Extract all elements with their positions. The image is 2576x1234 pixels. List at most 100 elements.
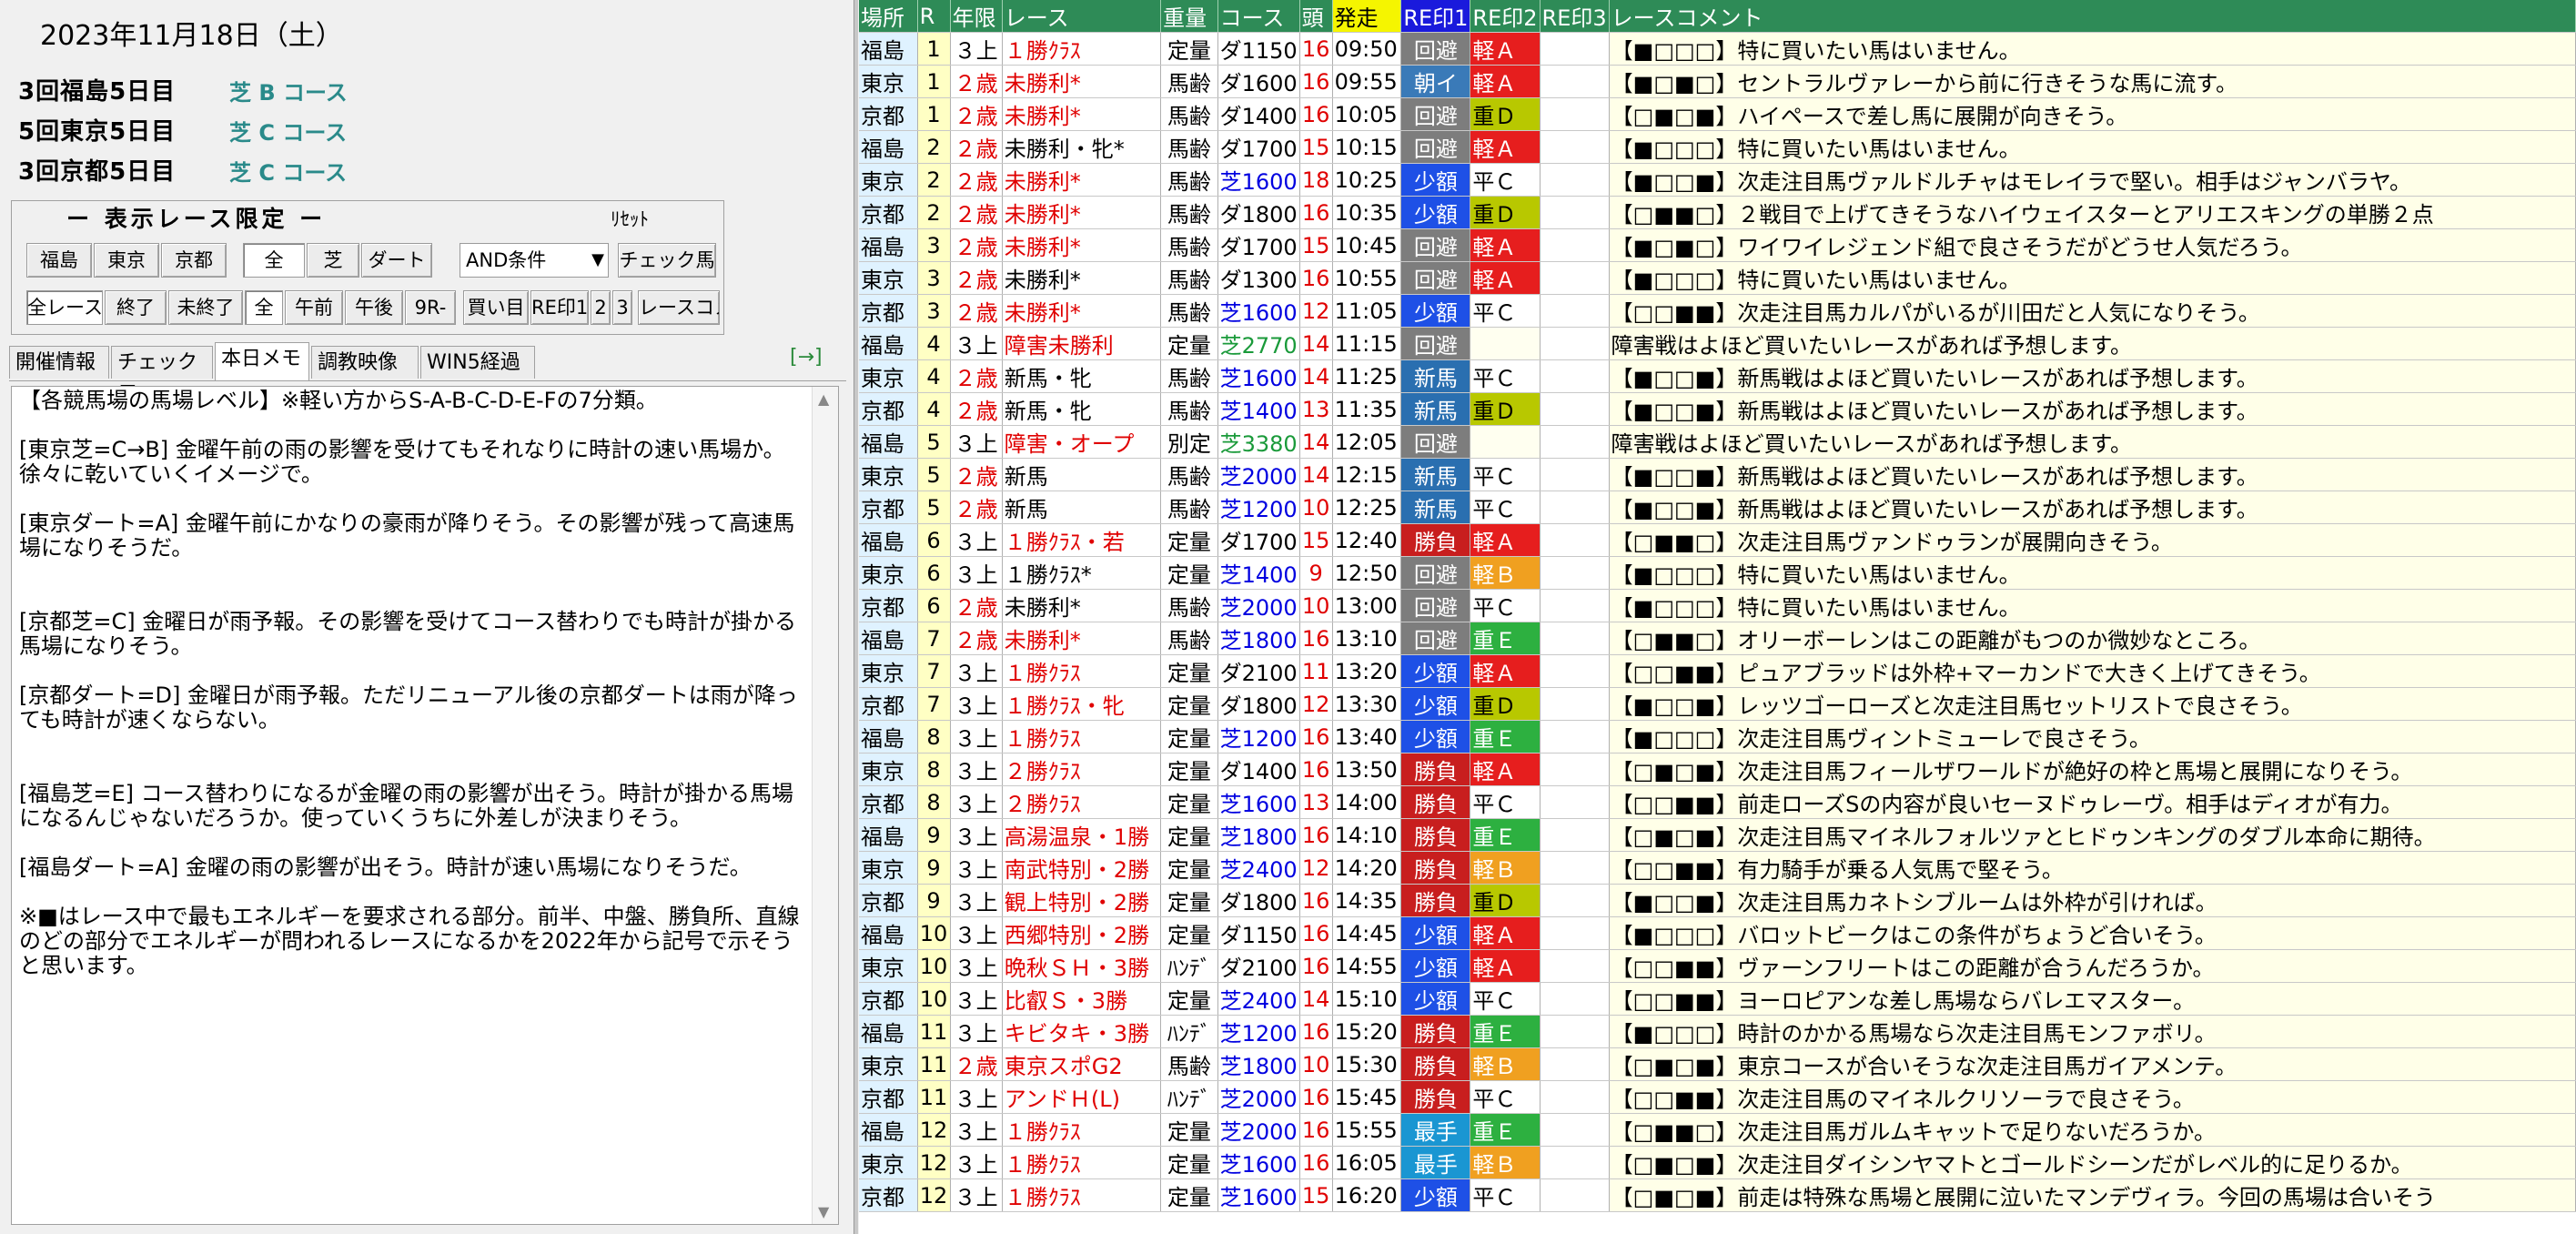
cell-re3[interactable] [1540, 359, 1610, 393]
cell-weight[interactable]: 馬齢 [1160, 1047, 1218, 1081]
cell-re2[interactable]: 軽Ａ [1470, 654, 1541, 688]
cell-re1[interactable]: 勝負 [1400, 753, 1471, 786]
cell-age[interactable]: ３上 [950, 818, 1003, 852]
cell-course[interactable]: 芝1600 [1217, 359, 1300, 393]
cell-age[interactable]: ３上 [950, 523, 1003, 557]
filter-all-races-button[interactable]: 全レース [26, 290, 103, 325]
cell-race-number[interactable]: 5 [917, 425, 951, 459]
cell-weight[interactable]: 定量 [1160, 523, 1218, 557]
table-row[interactable]: 福島 8 ３上 １勝ｸﾗｽ 定量 芝1200 16 13:40 少額 重Ｅ 【■□□□】次走注目馬ヴ… [859, 720, 2576, 754]
cell-heads[interactable]: 16 [1299, 622, 1333, 655]
filter-tokyo-button[interactable]: 東京 [94, 243, 159, 278]
cell-age[interactable]: ３上 [950, 556, 1003, 590]
cell-race-name[interactable]: 比叡Ｓ・3勝 [1002, 982, 1162, 1016]
cell-re2[interactable]: 軽Ａ [1470, 228, 1541, 262]
cell-re3[interactable] [1540, 130, 1610, 164]
cell-weight[interactable]: 定量 [1160, 851, 1218, 885]
cell-re3[interactable] [1540, 65, 1610, 98]
cell-re1[interactable]: 少額 [1400, 687, 1471, 721]
cell-course[interactable]: ダ1400 [1217, 753, 1300, 786]
cell-re2[interactable] [1470, 327, 1541, 360]
cell-heads[interactable]: 16 [1299, 97, 1333, 131]
cell-age[interactable]: ２歳 [950, 458, 1003, 491]
cell-re2[interactable]: 軽Ａ [1470, 916, 1541, 950]
cell-venue[interactable]: 京都 [859, 97, 918, 131]
cell-venue[interactable]: 福島 [859, 523, 918, 557]
table-row[interactable]: 京都 9 ３上 観上特別・2勝 定量 ダ1800 16 14:35 勝負 重Ｄ 【■□□■】次走注目… [859, 884, 2576, 917]
cell-course[interactable]: 芝2400 [1217, 982, 1300, 1016]
header-re1[interactable]: RE印1 [1400, 0, 1471, 33]
cell-heads[interactable]: 14 [1299, 327, 1333, 360]
cell-race-name[interactable]: 西郷特別・2勝 [1002, 916, 1162, 950]
cell-venue[interactable]: 福島 [859, 327, 918, 360]
cell-comment[interactable]: 【■□□□】特に買いたい馬はいません。 [1609, 556, 2576, 590]
cell-course[interactable]: 芝1800 [1217, 622, 1300, 655]
cell-start-time[interactable]: 13:10 [1332, 622, 1402, 655]
filter-re3-button[interactable]: 3 [612, 290, 632, 325]
cell-venue[interactable]: 京都 [859, 589, 918, 622]
cell-re1[interactable]: 回避 [1400, 228, 1471, 262]
cell-heads[interactable]: 16 [1299, 753, 1333, 786]
cell-heads[interactable]: 16 [1299, 32, 1333, 66]
cell-start-time[interactable]: 15:45 [1332, 1080, 1402, 1114]
cell-race-number[interactable]: 9 [917, 818, 951, 852]
cell-course[interactable]: 芝1600 [1217, 163, 1300, 197]
table-row[interactable]: 福島 10 ３上 西郷特別・2勝 定量 ダ1150 16 14:45 少額 軽Ａ 【■□□□】バロッ… [859, 916, 2576, 950]
filter-dirt-button[interactable]: ダート [361, 243, 432, 278]
cell-re1[interactable]: 勝負 [1400, 523, 1471, 557]
cell-start-time[interactable]: 15:30 [1332, 1047, 1402, 1081]
cell-age[interactable]: ３上 [950, 687, 1003, 721]
cell-race-name[interactable]: １勝ｸﾗｽ [1002, 1146, 1162, 1179]
cell-weight[interactable]: 定量 [1160, 720, 1218, 754]
cell-re3[interactable] [1540, 1047, 1610, 1081]
cell-re2[interactable]: 平Ｃ [1470, 458, 1541, 491]
cell-re3[interactable] [1540, 622, 1610, 655]
table-row[interactable]: 福島 5 ３上 障害・オープ 別定 芝3380 14 12:05 回避 障害戦はよほど買いたいレー… [859, 425, 2576, 459]
cell-race-name[interactable]: １勝ｸﾗｽ [1002, 720, 1162, 754]
cell-start-time[interactable]: 10:45 [1332, 228, 1402, 262]
cell-start-time[interactable]: 14:55 [1332, 949, 1402, 983]
cell-comment[interactable]: 【□■□■】次走注目馬マイネルフォルツァとヒドゥンキングのダブル本命に期待。 [1609, 818, 2576, 852]
cell-age[interactable]: ３上 [950, 654, 1003, 688]
cell-venue[interactable]: 京都 [859, 392, 918, 426]
cell-venue[interactable]: 東京 [859, 851, 918, 885]
cell-comment[interactable]: 【■□□□】次走注目馬ヴィントミューレで良さそう。 [1609, 720, 2576, 754]
table-row[interactable]: 京都 2 ２歳 未勝利* 馬齢 ダ1800 16 10:35 少額 重Ｄ 【□■■□】２戦目で上げて… [859, 196, 2576, 229]
cell-race-number[interactable]: 9 [917, 884, 951, 917]
table-row[interactable]: 東京 10 ３上 晩秋ＳＨ・3勝 ﾊﾝﾃﾞ ダ2100 16 14:55 少額 軽Ａ 【□□■■】ヴ… [859, 949, 2576, 983]
table-row[interactable]: 福島 9 ３上 高湯温泉・1勝 定量 芝1800 16 14:10 勝負 重Ｅ 【□■□■】次走注目… [859, 818, 2576, 852]
cell-venue[interactable]: 東京 [859, 261, 918, 295]
scroll-down-icon[interactable]: ▼ [818, 1203, 829, 1220]
cell-course[interactable]: 芝1400 [1217, 556, 1300, 590]
cell-re2[interactable]: 軽Ｂ [1470, 1047, 1541, 1081]
cell-heads[interactable]: 15 [1299, 523, 1333, 557]
cell-age[interactable]: ２歳 [950, 589, 1003, 622]
cell-comment[interactable]: 【□□■■】ヨーロピアンな差し馬場ならバレエマスター。 [1609, 982, 2576, 1016]
cell-race-number[interactable]: 10 [917, 916, 951, 950]
cell-race-name[interactable]: 障害未勝利 [1002, 327, 1162, 360]
header-comment[interactable]: レースコメント [1609, 0, 2576, 33]
today-memo-textarea[interactable]: 【各競馬場の馬場レベル】※軽い方からS-A-B-C-D-E-Fの7分類。 [東京… [11, 386, 839, 1225]
cell-start-time[interactable]: 12:40 [1332, 523, 1402, 557]
table-row[interactable]: 福島 7 ２歳 未勝利* 馬齢 芝1800 16 13:10 回避 重Ｅ 【□■■□】オリーボーレン… [859, 622, 2576, 655]
table-row[interactable]: 京都 3 ２歳 未勝利* 馬齢 芝1600 12 11:05 少額 平Ｃ 【□□■■】次走注目馬カル… [859, 294, 2576, 328]
cell-age[interactable]: ３上 [950, 916, 1003, 950]
cell-re2[interactable]: 軽Ａ [1470, 261, 1541, 295]
cell-start-time[interactable]: 13:50 [1332, 753, 1402, 786]
table-row[interactable]: 福島 11 ３上 キビタキ・3勝 ﾊﾝﾃﾞ 芝1200 16 15:20 勝負 重Ｅ 【■□□□】時… [859, 1015, 2576, 1048]
filter-fukushima-button[interactable]: 福島 [26, 243, 92, 278]
cell-weight[interactable]: 馬齢 [1160, 65, 1218, 98]
cell-re3[interactable] [1540, 458, 1610, 491]
cell-course[interactable]: 芝1800 [1217, 818, 1300, 852]
cell-race-name[interactable]: 南武特別・2勝 [1002, 851, 1162, 885]
cell-course[interactable]: 芝2000 [1217, 458, 1300, 491]
cell-start-time[interactable]: 09:50 [1332, 32, 1402, 66]
cell-venue[interactable]: 福島 [859, 622, 918, 655]
cell-race-name[interactable]: 未勝利* [1002, 261, 1162, 295]
cell-course[interactable]: ダ1700 [1217, 228, 1300, 262]
cell-start-time[interactable]: 11:05 [1332, 294, 1402, 328]
cell-weight[interactable]: 定量 [1160, 556, 1218, 590]
cell-re1[interactable]: 少額 [1400, 163, 1471, 197]
cell-re2[interactable]: 軽Ａ [1470, 32, 1541, 66]
cell-weight[interactable]: 馬齢 [1160, 163, 1218, 197]
